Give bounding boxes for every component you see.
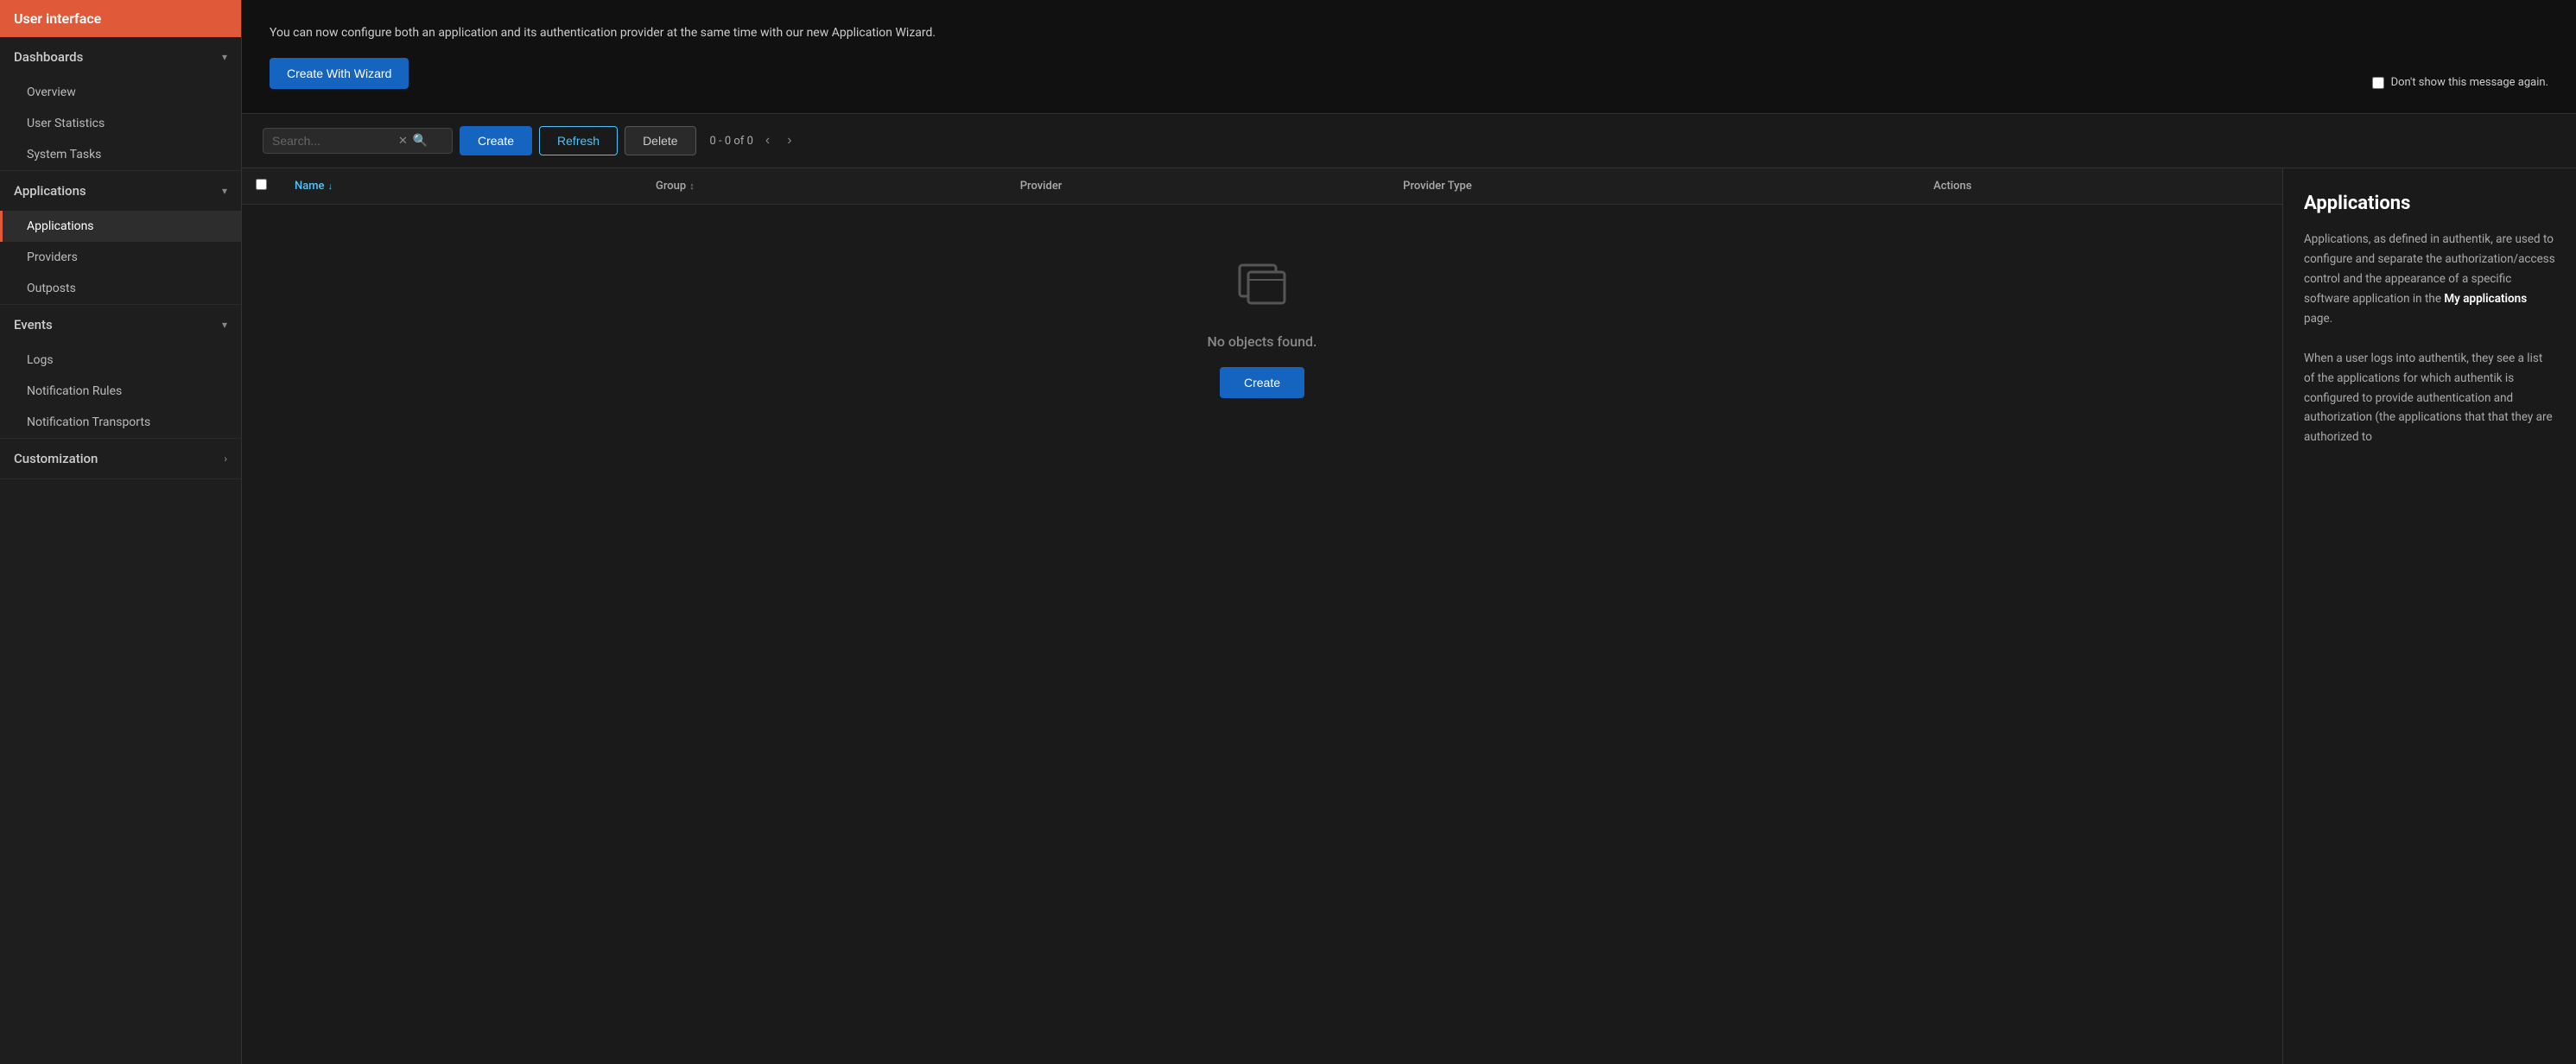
- col-group-label: Group: [656, 180, 686, 193]
- dont-show-checkbox[interactable]: [2372, 77, 2384, 89]
- pagination: 0 - 0 of 0 ‹ ›: [710, 131, 797, 150]
- sidebar-section-events: Events ▾ Logs Notification Rules Notific…: [0, 305, 241, 439]
- applications-label: Applications: [14, 183, 86, 199]
- main-content: You can now configure both an applicatio…: [242, 0, 2576, 1064]
- search-input[interactable]: [272, 134, 393, 148]
- search-container: ✕ 🔍: [263, 128, 453, 154]
- sidebar-item-system-tasks[interactable]: System Tasks: [0, 139, 241, 170]
- right-panel-para-2: When a user logs into authentik, they se…: [2304, 349, 2555, 448]
- sidebar-section-header-events[interactable]: Events ▾: [0, 305, 241, 345]
- customization-chevron-icon: ›: [224, 453, 227, 465]
- sidebar-item-notification-rules[interactable]: Notification Rules: [0, 376, 241, 407]
- applications-chevron-icon: ▾: [222, 185, 227, 197]
- banner-text: You can now configure both an applicatio…: [270, 24, 2548, 42]
- select-all-checkbox[interactable]: [256, 179, 267, 190]
- col-actions-label: Actions: [1933, 180, 1971, 193]
- table-header-provider-type: Provider Type: [1389, 168, 1919, 205]
- toolbar: ✕ 🔍 Create Refresh Delete 0 - 0 of 0 ‹ ›: [242, 114, 2576, 168]
- col-provider-label: Provider: [1020, 180, 1063, 193]
- table-header-group: Group ↕: [642, 168, 1006, 205]
- col-name-label: Name: [295, 180, 325, 193]
- clear-search-icon[interactable]: ✕: [398, 135, 408, 148]
- table-header-name: Name ↓: [281, 168, 642, 205]
- sidebar-item-notification-transports[interactable]: Notification Transports: [0, 407, 241, 438]
- sidebar-item-overview[interactable]: Overview: [0, 77, 241, 108]
- sidebar-item-applications[interactable]: Applications: [0, 211, 241, 242]
- table-body: No objects found. Create: [242, 205, 2282, 434]
- content-area: Name ↓ Group ↕ Provider: [242, 168, 2576, 1064]
- dashboards-chevron-icon: ▾: [222, 51, 227, 63]
- col-provider-type-label: Provider Type: [1403, 180, 1472, 193]
- customization-label: Customization: [14, 451, 98, 466]
- next-page-button[interactable]: ›: [782, 131, 796, 150]
- sidebar-section-dashboards: Dashboards ▾ Overview User Statistics Sy…: [0, 37, 241, 171]
- sidebar-section-customization: Customization ›: [0, 439, 241, 479]
- dont-show-container: Don't show this message again.: [2372, 76, 2548, 89]
- sort-group[interactable]: Group ↕: [656, 180, 993, 193]
- right-panel-body: Applications, as defined in authentik, a…: [2304, 230, 2555, 447]
- prev-page-button[interactable]: ‹: [760, 131, 775, 150]
- create-with-wizard-button[interactable]: Create With Wizard: [270, 58, 409, 89]
- refresh-button[interactable]: Refresh: [539, 126, 618, 155]
- sidebar-item-user-statistics[interactable]: User Statistics: [0, 108, 241, 139]
- events-chevron-icon: ▾: [222, 319, 227, 331]
- table-header-provider: Provider: [1006, 168, 1389, 205]
- sidebar-item-logs[interactable]: Logs: [0, 345, 241, 376]
- right-panel-title: Applications: [2304, 193, 2555, 214]
- empty-text: No objects found.: [1208, 333, 1317, 350]
- sidebar: User interface Dashboards ▾ Overview Use…: [0, 0, 242, 1064]
- sort-name[interactable]: Name ↓: [295, 180, 628, 193]
- my-applications-bold: My applications: [2444, 292, 2527, 306]
- sidebar-header: User interface: [0, 0, 241, 37]
- empty-state-row: No objects found. Create: [242, 205, 2282, 434]
- sidebar-item-outposts[interactable]: Outposts: [0, 273, 241, 304]
- sidebar-item-providers[interactable]: Providers: [0, 242, 241, 273]
- wizard-banner: You can now configure both an applicatio…: [242, 0, 2576, 114]
- empty-state: No objects found. Create: [242, 205, 2282, 433]
- table-area: Name ↓ Group ↕ Provider: [242, 168, 2282, 1064]
- table-header: Name ↓ Group ↕ Provider: [242, 168, 2282, 205]
- search-icon[interactable]: 🔍: [413, 134, 428, 148]
- dont-show-label: Don't show this message again.: [2391, 76, 2548, 89]
- empty-create-button[interactable]: Create: [1220, 367, 1304, 398]
- right-panel: Applications Applications, as defined in…: [2282, 168, 2576, 1064]
- table-header-actions: Actions: [1919, 168, 2282, 205]
- sidebar-section-applications: Applications ▾ Applications Providers Ou…: [0, 171, 241, 305]
- create-button[interactable]: Create: [460, 126, 532, 155]
- dashboards-label: Dashboards: [14, 49, 83, 65]
- empty-state-cell: No objects found. Create: [242, 205, 2282, 434]
- name-sort-icon: ↓: [328, 180, 333, 192]
- sidebar-section-header-customization[interactable]: Customization ›: [0, 439, 241, 478]
- delete-button[interactable]: Delete: [625, 126, 695, 155]
- empty-icon: [1236, 256, 1288, 316]
- sidebar-section-header-dashboards[interactable]: Dashboards ▾: [0, 37, 241, 77]
- right-panel-para-1: Applications, as defined in authentik, a…: [2304, 230, 2555, 329]
- applications-table: Name ↓ Group ↕ Provider: [242, 168, 2282, 433]
- pagination-text: 0 - 0 of 0: [710, 135, 753, 148]
- group-sort-icon: ↕: [689, 180, 695, 192]
- events-label: Events: [14, 317, 53, 332]
- sidebar-section-header-applications[interactable]: Applications ▾: [0, 171, 241, 211]
- table-header-checkbox: [242, 168, 281, 205]
